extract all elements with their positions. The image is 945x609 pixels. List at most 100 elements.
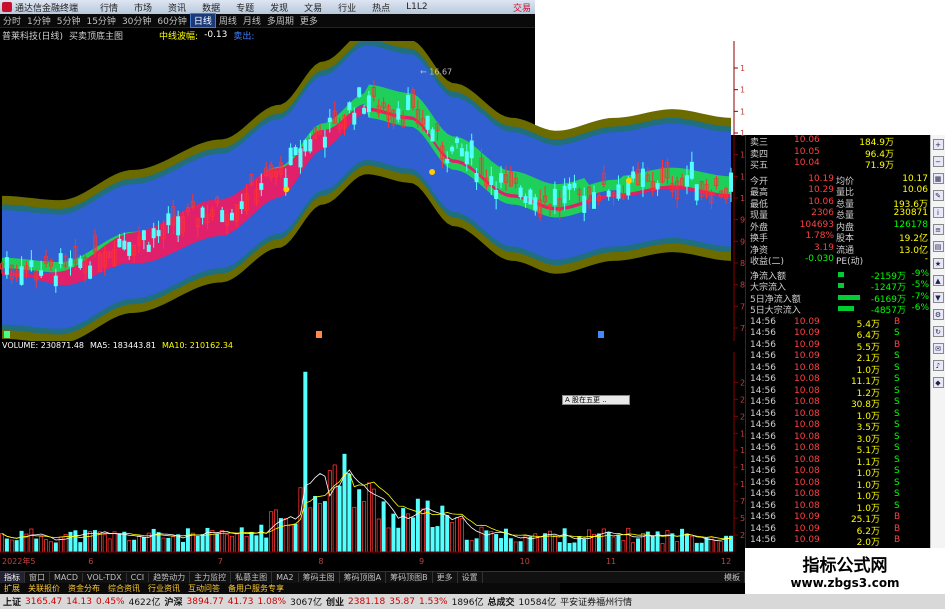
tab-related-quote[interactable]: 关联报价 [24, 583, 64, 594]
trade-button[interactable]: 交易 [513, 1, 531, 14]
tab-industry-news[interactable]: 行业资讯 [144, 583, 184, 594]
ticker-sz-change: 41.73 [227, 596, 254, 607]
volume-bar [44, 539, 49, 553]
menu-item-hangqing[interactable]: 行情 [100, 1, 118, 14]
candle-body [626, 182, 631, 196]
settings-icon[interactable]: ⚙ [932, 309, 944, 320]
tab-chip-top-a[interactable]: 筹码顶图A [340, 572, 387, 583]
tick-row: 14:56 10.09 25.1万 B [746, 512, 931, 525]
zoom-in-icon[interactable]: + [932, 139, 944, 150]
zoom-out-icon[interactable]: − [932, 156, 944, 167]
info-icon[interactable]: i [932, 207, 944, 218]
refresh-icon[interactable]: ↻ [932, 326, 944, 337]
candle-body [694, 184, 699, 201]
volume-bar [684, 533, 689, 553]
ticker-cy-label[interactable]: 创业 [326, 595, 344, 608]
tab-trend-power[interactable]: 趋势动力 [149, 572, 191, 583]
tab-daily[interactable]: 日线 [189, 13, 216, 28]
menu-item-shichang[interactable]: 市场 [134, 1, 152, 14]
menu-item-redian[interactable]: 热点 [372, 1, 390, 14]
flow-row: 5日大宗流入 -4857万 -6% [746, 303, 931, 316]
candle-body [523, 196, 528, 203]
stat-value: -0.030 [804, 254, 834, 264]
tick-side: S [894, 420, 900, 430]
ticker-total-value: 10584亿 [518, 598, 557, 608]
indicator-name[interactable]: 买卖顶底主图 [69, 29, 123, 42]
volume-chart[interactable]: 2500022500200001750015000125001000075005… [0, 352, 745, 571]
tab-chip-main[interactable]: 筹码主图 [299, 572, 340, 583]
volume-bar [474, 538, 479, 553]
list-icon[interactable]: ≡ [932, 224, 944, 235]
volume-bar [322, 501, 327, 553]
tab-main-monitor[interactable]: 主力监控 [190, 572, 232, 583]
ticker-sh-pct: 0.45% [96, 596, 125, 607]
flow-pct: -5% [911, 280, 929, 290]
menu-item-faxian[interactable]: 发现 [270, 1, 288, 14]
tab-window[interactable]: 窗口 [25, 572, 50, 583]
floating-tooltip[interactable]: A 股在五更 .. [562, 395, 630, 405]
tab-monthly[interactable]: 月线 [240, 14, 264, 27]
tab-30min[interactable]: 30分钟 [119, 14, 154, 27]
candlestick-chart[interactable]: 13.0012.5012.0011.5011.0010.5010.009.509… [0, 41, 745, 341]
tab-vip-service[interactable]: 备用户服务专享 [224, 583, 288, 594]
menu-item-shuju[interactable]: 数据 [202, 1, 220, 14]
tab-15min[interactable]: 15分钟 [83, 14, 118, 27]
chart-icon[interactable]: ▤ [932, 241, 944, 252]
stat-value: 104693 [799, 219, 834, 230]
tab-more-indicators[interactable]: 更多 [433, 572, 458, 583]
menu-item-wenyi[interactable]: 文易 [304, 1, 322, 14]
tab-fund-distribution[interactable]: 资金分布 [64, 583, 104, 594]
lock-icon[interactable]: ◆ [932, 377, 944, 388]
menu-item-zixun[interactable]: 资讯 [168, 1, 186, 14]
tab-indicator[interactable]: 指标 [0, 572, 25, 583]
tab-private-main[interactable]: 私募主图 [231, 572, 273, 583]
volume-bar [660, 543, 665, 553]
tab-fenshi[interactable]: 分时 [0, 14, 24, 27]
tab-template[interactable]: 模板 [720, 572, 745, 583]
tab-qa[interactable]: 互动问答 [184, 583, 224, 594]
ticker-cy-change: 35.87 [389, 596, 415, 607]
tab-settings[interactable]: 设置 [458, 572, 483, 583]
tab-general-news[interactable]: 综合资讯 [104, 583, 144, 594]
tab-more[interactable]: 更多 [297, 14, 321, 27]
tab-extend[interactable]: 扩展 [0, 583, 24, 594]
menu-item-hangye[interactable]: 行业 [338, 1, 356, 14]
tick-price: 10.08 [794, 408, 820, 419]
order-price: 10.05 [794, 146, 820, 157]
arrow-down-icon[interactable]: ▼ [932, 292, 944, 303]
grid-icon[interactable]: ▦ [932, 173, 944, 184]
tab-1min[interactable]: 1分钟 [24, 14, 54, 27]
menu-item-zhuanti[interactable]: 专题 [236, 1, 254, 14]
candle-body [499, 173, 504, 183]
tab-chip-top-b[interactable]: 筹码顶图B [386, 572, 433, 583]
ticker-sh-label[interactable]: 上证 [3, 595, 21, 608]
note-icon[interactable]: ✉ [932, 343, 944, 354]
flow-bar [838, 294, 860, 300]
tab-60min[interactable]: 60分钟 [154, 14, 189, 27]
tab-vol-tdx[interactable]: VOL-TDX [83, 573, 127, 582]
signal-marker [625, 177, 632, 184]
tab-cci[interactable]: CCI [127, 573, 150, 582]
candle-body [459, 148, 464, 157]
candle-body [298, 148, 303, 168]
tab-ma2[interactable]: MA2 [272, 573, 299, 582]
volume-ma10-line [1, 472, 732, 540]
arrow-up-icon[interactable]: ▲ [932, 275, 944, 286]
menu-item-l1l2[interactable]: L1L2 [406, 2, 427, 12]
volume-bar [455, 516, 460, 553]
tick-time: 14:56 [750, 431, 776, 442]
candle-body [68, 258, 73, 267]
tab-multi-period[interactable]: 多周期 [264, 14, 297, 27]
tab-macd[interactable]: MACD [50, 573, 83, 582]
app-logo-icon [2, 2, 12, 12]
date-tick-label: 6 [88, 557, 93, 566]
ticker-sz-label[interactable]: 沪深 [165, 595, 183, 608]
draw-tool-icon[interactable]: ✎ [932, 190, 944, 201]
star-icon[interactable]: ★ [932, 258, 944, 269]
candle-body [562, 185, 567, 204]
bell-icon[interactable]: ♪ [932, 360, 944, 371]
tab-5min[interactable]: 5分钟 [54, 14, 84, 27]
tick-side: S [894, 477, 900, 488]
tab-weekly[interactable]: 周线 [216, 14, 240, 27]
ticker-cy-amount: 1896亿 [451, 598, 484, 608]
